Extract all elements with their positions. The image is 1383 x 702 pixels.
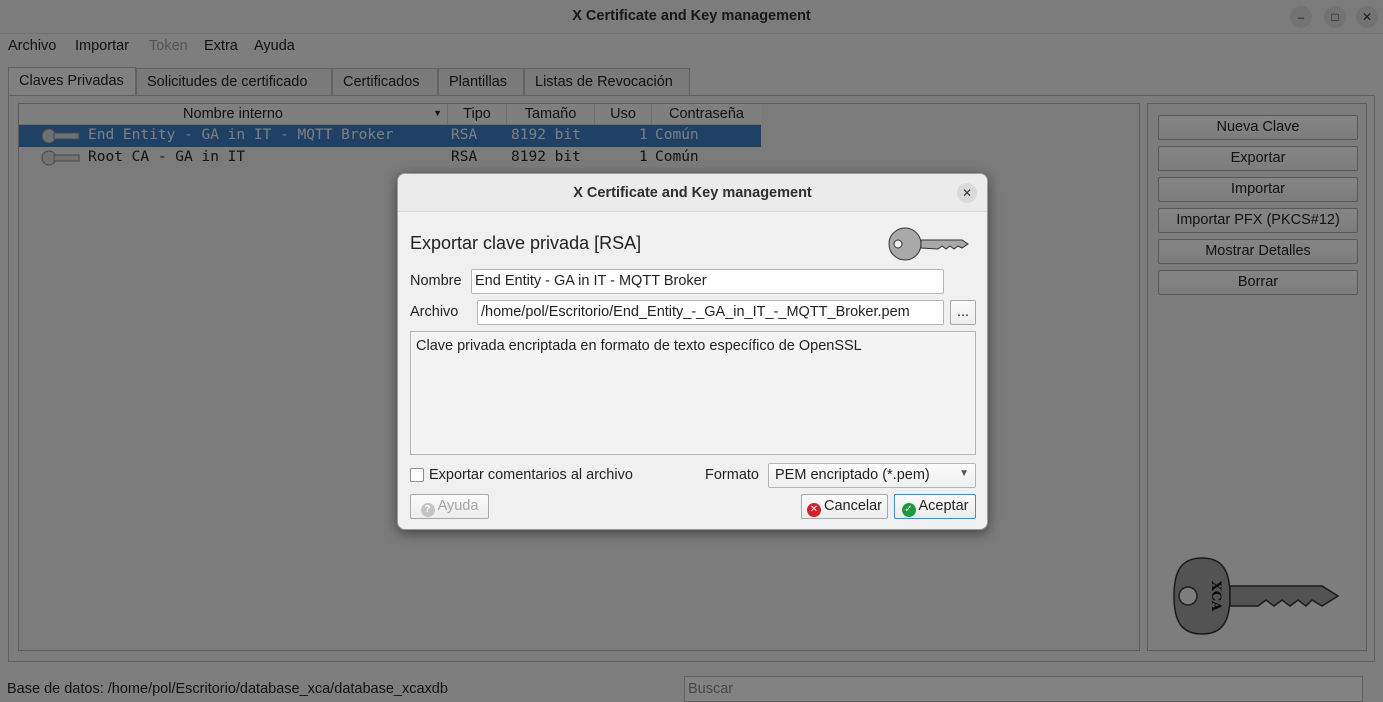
- file-path-field[interactable]: /home/pol/Escritorio/End_Entity_-_GA_in_…: [477, 300, 944, 325]
- mostrar-detalles-button[interactable]: Mostrar Detalles: [1158, 239, 1358, 264]
- dialog-close-icon[interactable]: ✕: [957, 183, 977, 203]
- title-bar: X Certificate and Key management – □ ✕: [0, 0, 1383, 34]
- help-icon: ?: [420, 503, 435, 517]
- nueva-clave-button[interactable]: Nueva Clave: [1158, 115, 1358, 140]
- importar-button[interactable]: Importar: [1158, 177, 1358, 202]
- sort-down-icon: ▼: [433, 108, 442, 118]
- column-uso[interactable]: Uso: [595, 104, 652, 125]
- status-bar: Base de datos: /home/pol/Escritorio/data…: [0, 676, 1383, 702]
- tab-claves-privadas[interactable]: Claves Privadas: [8, 67, 136, 95]
- column-contrasena[interactable]: Contraseña: [652, 104, 761, 125]
- dialog-title-bar: X Certificate and Key management ✕: [398, 174, 987, 212]
- table-row[interactable]: Root CA - GA in IT RSA 8192 bit 1 Común: [19, 147, 761, 169]
- accept-button[interactable]: ✓ Aceptar: [894, 494, 976, 519]
- tab-revocacion[interactable]: Listas de Revocación: [524, 68, 690, 95]
- key-icon: [41, 128, 80, 144]
- menu-archivo[interactable]: Archivo: [8, 38, 56, 54]
- dialog-title: X Certificate and Key management: [573, 185, 812, 201]
- column-tipo[interactable]: Tipo: [448, 104, 507, 125]
- help-button[interactable]: ? Ayuda: [410, 494, 489, 519]
- search-input[interactable]: Buscar: [684, 676, 1363, 702]
- file-label: Archivo: [410, 304, 459, 320]
- dialog-heading: Exportar clave privada [RSA]: [410, 233, 642, 253]
- format-description: Clave privada encriptada en formato de t…: [410, 331, 976, 455]
- cancel-button[interactable]: ✕ Cancelar: [801, 494, 888, 519]
- close-icon[interactable]: ✕: [1356, 6, 1378, 28]
- check-icon: ✓: [901, 503, 916, 517]
- export-key-dialog: X Certificate and Key management ✕ Expor…: [397, 173, 988, 530]
- exportar-button[interactable]: Exportar: [1158, 146, 1358, 171]
- cancel-icon: ✕: [806, 503, 821, 517]
- borrar-button[interactable]: Borrar: [1158, 270, 1358, 295]
- format-select[interactable]: PEM encriptado (*.pem) ▼: [768, 463, 976, 488]
- column-nombre-interno[interactable]: Nombre interno ▼: [19, 104, 448, 125]
- chevron-down-icon: ▼: [959, 468, 969, 479]
- window-title: X Certificate and Key management: [572, 8, 811, 24]
- column-tamano[interactable]: Tamaño: [507, 104, 595, 125]
- xca-key-logo-icon: XCA: [1173, 557, 1340, 635]
- export-comments-checkbox[interactable]: [410, 468, 424, 482]
- maximize-icon[interactable]: □: [1324, 6, 1346, 28]
- format-label: Formato: [705, 467, 759, 483]
- database-path: Base de datos: /home/pol/Escritorio/data…: [7, 681, 448, 697]
- tab-plantillas[interactable]: Plantillas: [438, 68, 524, 95]
- key-icon: [888, 227, 969, 261]
- tab-solicitudes[interactable]: Solicitudes de certificado: [136, 68, 332, 95]
- minimize-icon[interactable]: –: [1290, 6, 1312, 28]
- name-field[interactable]: End Entity - GA in IT - MQTT Broker: [471, 269, 944, 294]
- browse-button[interactable]: ...: [950, 300, 976, 325]
- menu-bar: Archivo Importar Token Extra Ayuda: [0, 34, 1383, 58]
- list-header: Nombre interno ▼ Tipo Tamaño Uso Contras…: [19, 104, 761, 125]
- menu-extra[interactable]: Extra: [204, 38, 238, 54]
- menu-token[interactable]: Token: [149, 38, 188, 54]
- tab-certificados[interactable]: Certificados: [332, 68, 438, 95]
- export-comments-label: Exportar comentarios al archivo: [429, 467, 633, 483]
- name-label: Nombre: [410, 273, 462, 289]
- side-panel: Nueva Clave Exportar Importar Importar P…: [1147, 103, 1367, 651]
- menu-importar[interactable]: Importar: [75, 38, 129, 54]
- key-icon: [41, 150, 80, 166]
- importar-pfx-button[interactable]: Importar PFX (PKCS#12): [1158, 208, 1358, 233]
- table-row[interactable]: End Entity - GA in IT - MQTT Broker RSA …: [19, 125, 761, 147]
- svg-text:XCA: XCA: [1208, 581, 1223, 612]
- menu-ayuda[interactable]: Ayuda: [254, 38, 295, 54]
